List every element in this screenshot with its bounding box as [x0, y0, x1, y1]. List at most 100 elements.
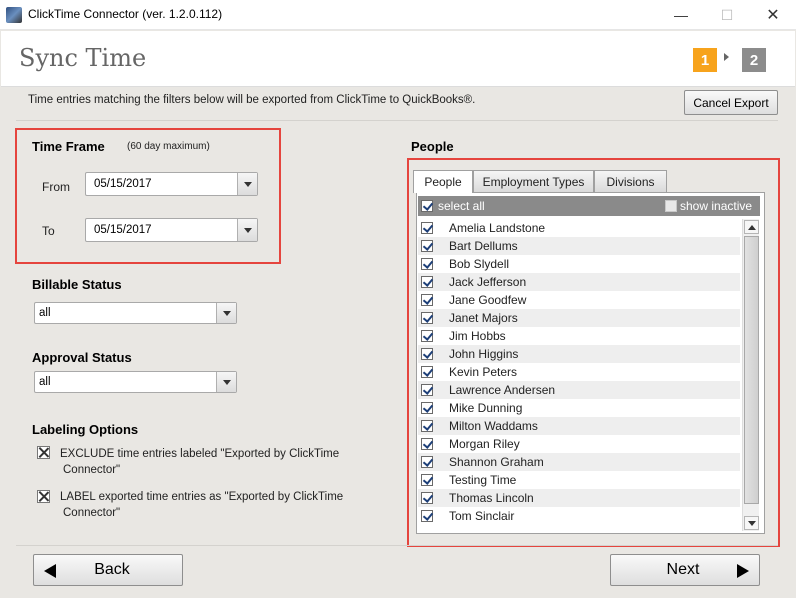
description-text: Time entries matching the filters below … — [28, 94, 476, 106]
person-checkbox[interactable] — [421, 492, 433, 504]
list-item[interactable]: Kevin Peters — [418, 363, 740, 381]
person-checkbox[interactable] — [421, 276, 433, 288]
step-arrow-icon — [724, 53, 729, 61]
billable-status-select[interactable]: all — [34, 302, 237, 324]
person-name: Jack Jefferson — [449, 275, 527, 289]
person-name: Tom Sinclair — [449, 509, 515, 523]
divider — [16, 545, 778, 546]
to-label: To — [42, 224, 55, 238]
arrow-right-icon — [737, 564, 749, 578]
step-1-indicator: 1 — [693, 48, 717, 72]
tab-divisions[interactable]: Divisions — [594, 170, 667, 192]
next-button[interactable]: Next — [610, 554, 760, 586]
person-checkbox[interactable] — [421, 222, 433, 234]
list-item[interactable]: Testing Time — [418, 471, 740, 489]
time-frame-note: (60 day maximum) — [127, 141, 210, 152]
approval-dropdown-icon[interactable] — [216, 372, 236, 392]
person-checkbox[interactable] — [421, 384, 433, 396]
select-all-checkbox[interactable] — [421, 200, 433, 212]
person-checkbox[interactable] — [421, 510, 433, 522]
list-item[interactable]: Janet Majors — [418, 309, 740, 327]
person-checkbox[interactable] — [421, 240, 433, 252]
from-date-picker[interactable]: 05/15/2017 — [85, 172, 258, 196]
person-name: Mike Dunning — [449, 401, 523, 415]
close-button[interactable]: ✕ — [750, 0, 796, 30]
person-checkbox[interactable] — [421, 258, 433, 270]
minimize-button[interactable]: — — [658, 0, 704, 30]
maximize-button[interactable]: ☐ — [704, 0, 750, 30]
person-checkbox[interactable] — [421, 402, 433, 414]
person-checkbox[interactable] — [421, 474, 433, 486]
people-list-scrollbar[interactable] — [742, 219, 759, 531]
tab-employment-types[interactable]: Employment Types — [473, 170, 594, 192]
label-exported-checkbox[interactable] — [37, 490, 50, 503]
billable-dropdown-icon[interactable] — [216, 303, 236, 323]
person-checkbox[interactable] — [421, 330, 433, 342]
to-date-value: 05/15/2017 — [94, 224, 152, 236]
title-bar: ClickTime Connector (ver. 1.2.0.112) — ☐… — [0, 0, 796, 30]
exclude-labeled-checkbox[interactable] — [37, 446, 50, 459]
person-checkbox[interactable] — [421, 312, 433, 324]
list-item[interactable]: Mike Dunning — [418, 399, 740, 417]
back-label: Back — [94, 561, 130, 578]
approval-status-value: all — [39, 376, 51, 388]
to-date-picker[interactable]: 05/15/2017 — [85, 218, 258, 242]
person-name: Janet Majors — [449, 311, 518, 325]
time-frame-heading: Time Frame — [32, 139, 105, 154]
list-item[interactable]: Jim Hobbs — [418, 327, 740, 345]
person-name: Milton Waddams — [449, 419, 538, 433]
to-dropdown-icon[interactable] — [237, 219, 257, 241]
people-list-header: select all show inactive — [418, 196, 760, 216]
label-option-line2: Connector" — [63, 507, 121, 519]
person-checkbox[interactable] — [421, 456, 433, 468]
person-name: Testing Time — [449, 473, 517, 487]
list-item[interactable]: Morgan Riley — [418, 435, 740, 453]
show-inactive-checkbox[interactable] — [665, 200, 677, 212]
list-item[interactable]: Bob Slydell — [418, 255, 740, 273]
approval-status-heading: Approval Status — [32, 350, 132, 365]
scroll-thumb[interactable] — [744, 236, 759, 504]
person-name: John Higgins — [449, 347, 519, 361]
scroll-down-icon[interactable] — [744, 516, 759, 530]
person-name: Shannon Graham — [449, 455, 544, 469]
person-name: Thomas Lincoln — [449, 491, 534, 505]
step-2-indicator: 2 — [742, 48, 766, 72]
next-label: Next — [666, 561, 700, 578]
billable-status-heading: Billable Status — [32, 277, 122, 292]
approval-status-select[interactable]: all — [34, 371, 237, 393]
scroll-up-icon[interactable] — [744, 220, 759, 234]
person-checkbox[interactable] — [421, 348, 433, 360]
list-item[interactable]: Milton Waddams — [418, 417, 740, 435]
exclude-option-line1: EXCLUDE time entries labeled "Exported b… — [60, 448, 340, 460]
person-checkbox[interactable] — [421, 294, 433, 306]
tab-people[interactable]: People — [413, 170, 473, 193]
list-item[interactable]: Bart Dellums — [418, 237, 740, 255]
from-label: From — [42, 180, 70, 194]
labeling-options-heading: Labeling Options — [32, 422, 139, 437]
person-checkbox[interactable] — [421, 438, 433, 450]
person-name: Morgan Riley — [449, 437, 520, 451]
list-item[interactable]: Lawrence Andersen — [418, 381, 740, 399]
person-checkbox[interactable] — [421, 366, 433, 378]
person-name: Amelia Landstone — [449, 221, 546, 235]
list-item[interactable]: Thomas Lincoln — [418, 489, 740, 507]
arrow-left-icon — [44, 564, 56, 578]
back-button[interactable]: Back — [33, 554, 183, 586]
show-inactive-label: show inactive — [680, 199, 753, 213]
list-item[interactable]: Shannon Graham — [418, 453, 740, 471]
list-item[interactable]: Amelia Landstone — [418, 219, 740, 237]
person-name: Jim Hobbs — [449, 329, 506, 343]
billable-status-value: all — [39, 307, 51, 319]
list-item[interactable]: Jack Jefferson — [418, 273, 740, 291]
list-item[interactable]: John Higgins — [418, 345, 740, 363]
person-checkbox[interactable] — [421, 420, 433, 432]
list-item[interactable]: Tom Sinclair — [418, 507, 740, 525]
people-list: Amelia Landstone Bart Dellums Bob Slydell J… — [418, 219, 740, 529]
from-dropdown-icon[interactable] — [237, 173, 257, 195]
page-header: Sync Time 1 2 — [1, 31, 795, 87]
person-name: Kevin Peters — [449, 365, 518, 379]
from-date-value: 05/15/2017 — [94, 178, 152, 190]
list-item[interactable]: Jane Goodfew — [418, 291, 740, 309]
cancel-export-button[interactable]: Cancel Export — [684, 90, 778, 115]
person-name: Bob Slydell — [449, 257, 510, 271]
